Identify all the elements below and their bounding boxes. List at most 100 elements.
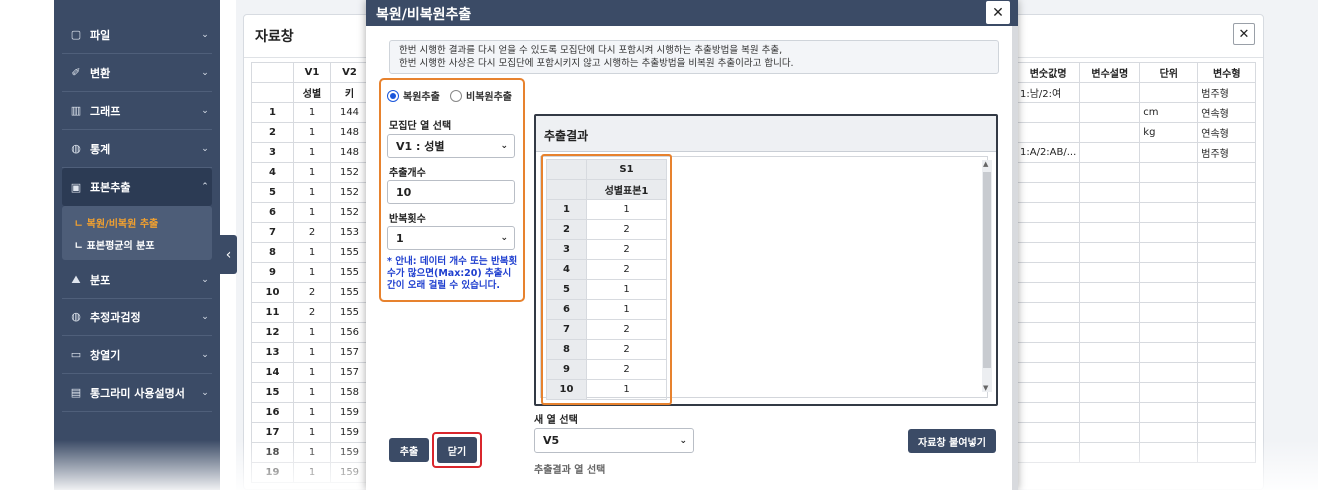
table-cell[interactable]: 1:남/2:여 — [1015, 82, 1081, 103]
table-cell[interactable] — [1197, 202, 1257, 223]
table-cell[interactable] — [1139, 242, 1199, 263]
table-cell[interactable] — [1139, 422, 1199, 443]
table-cell[interactable] — [1015, 402, 1081, 423]
table-cell[interactable]: 157 — [330, 362, 369, 383]
repeat-count-select[interactable]: 1 ⌄ — [387, 226, 515, 250]
data-panel-close-button[interactable]: ✕ — [1233, 23, 1255, 45]
table-cell[interactable]: 1 — [293, 182, 331, 203]
table-cell[interactable]: 연속형 — [1197, 122, 1257, 143]
table-cell[interactable] — [1197, 382, 1257, 403]
sidebar-item-distribution[interactable]: ⛰ 분포 ⌄ — [62, 261, 212, 299]
table-cell[interactable] — [1197, 242, 1257, 263]
table-cell[interactable]: 1 — [293, 462, 331, 483]
table-cell[interactable]: 1 — [293, 322, 331, 343]
table-cell[interactable]: 연속형 — [1197, 102, 1257, 123]
table-cell[interactable] — [1139, 362, 1199, 383]
radio-without-replacement[interactable]: 비복원추출 — [450, 88, 512, 103]
table-cell[interactable]: 152 — [330, 182, 369, 203]
population-column-select[interactable]: V1 : 성별 ⌄ — [387, 134, 515, 158]
table-cell[interactable]: 1 — [293, 362, 331, 383]
table-cell[interactable] — [1197, 362, 1257, 383]
scroll-up-icon[interactable]: ▲ — [983, 160, 988, 168]
table-cell[interactable]: 148 — [330, 142, 369, 163]
sidebar-item-file[interactable]: ▢ 파일 ⌄ — [62, 16, 212, 54]
table-cell[interactable]: 155 — [330, 302, 369, 323]
table-cell[interactable] — [1079, 222, 1141, 243]
table-cell[interactable]: 159 — [330, 402, 369, 423]
table-cell[interactable] — [1139, 262, 1199, 283]
table-cell[interactable] — [1015, 382, 1081, 403]
table-cell[interactable]: 1 — [293, 342, 331, 363]
table-cell[interactable]: 148 — [330, 122, 369, 143]
table-cell[interactable]: 1 — [293, 242, 331, 263]
sidebar-item-estimation-test[interactable]: ◍ 추정과검정 ⌄ — [62, 298, 212, 336]
table-cell[interactable]: 1 — [293, 122, 331, 143]
table-cell[interactable]: 152 — [330, 202, 369, 223]
table-cell[interactable]: 153 — [330, 222, 369, 243]
table-cell[interactable] — [1015, 362, 1081, 383]
table-cell[interactable] — [1079, 82, 1141, 103]
sidebar-item-manual[interactable]: ▤ 통그라미 사용설명서 ⌄ — [62, 374, 212, 412]
table-cell[interactable] — [1197, 422, 1257, 443]
table-cell[interactable] — [1197, 162, 1257, 183]
table-cell[interactable]: 1 — [293, 442, 331, 463]
table-cell[interactable] — [1139, 322, 1199, 343]
table-cell[interactable] — [1079, 182, 1141, 203]
table-cell[interactable] — [1197, 262, 1257, 283]
table-cell[interactable] — [1139, 442, 1199, 463]
table-cell[interactable] — [1079, 122, 1141, 143]
dialog-scrollbar[interactable] — [1012, 26, 1018, 490]
table-cell[interactable]: 2 — [293, 222, 331, 243]
table-cell[interactable]: 152 — [330, 162, 369, 183]
table-cell[interactable] — [1079, 402, 1141, 423]
submenu-item-sample-mean-distribution[interactable]: ㄴ 표본평균의 분포 — [74, 237, 155, 252]
table-cell[interactable] — [1079, 162, 1141, 183]
table-cell[interactable]: 1 — [293, 382, 331, 403]
table-cell[interactable] — [1015, 342, 1081, 363]
table-cell[interactable] — [1079, 102, 1141, 123]
table-cell[interactable] — [1079, 262, 1141, 283]
sample-count-input[interactable]: 10 — [387, 180, 515, 204]
extract-button[interactable]: 추출 — [389, 438, 429, 462]
table-cell[interactable]: kg — [1139, 122, 1199, 143]
table-cell[interactable] — [1139, 142, 1199, 163]
table-cell[interactable]: 1 — [293, 142, 331, 163]
table-cell[interactable]: 155 — [330, 262, 369, 283]
table-cell[interactable] — [1079, 142, 1141, 163]
table-cell[interactable]: 범주형 — [1197, 82, 1257, 103]
table-cell[interactable]: 2 — [293, 282, 331, 303]
table-cell[interactable]: 1 — [293, 402, 331, 423]
table-cell[interactable]: 범주형 — [1197, 142, 1257, 163]
sidebar-item-sampling[interactable]: ▣ 표본추출 ⌃ — [62, 168, 212, 206]
table-cell[interactable]: 155 — [330, 242, 369, 263]
table-cell[interactable]: 2 — [293, 302, 331, 323]
table-cell[interactable] — [1197, 222, 1257, 243]
submenu-item-replacement-sampling[interactable]: ㄴ 복원/비복원 추출 — [74, 215, 158, 230]
table-cell[interactable] — [1079, 382, 1141, 403]
table-cell[interactable] — [1197, 402, 1257, 423]
table-cell[interactable] — [1079, 442, 1141, 463]
table-cell[interactable] — [1197, 182, 1257, 203]
table-cell[interactable] — [1079, 422, 1141, 443]
result-scrollbar[interactable]: ▲ ▼ — [982, 160, 992, 392]
table-cell[interactable] — [1139, 302, 1199, 323]
table-cell[interactable] — [1197, 302, 1257, 323]
table-cell[interactable] — [1139, 222, 1199, 243]
table-cell[interactable]: 159 — [330, 462, 369, 483]
table-cell[interactable] — [1015, 322, 1081, 343]
table-cell[interactable]: 1 — [293, 162, 331, 183]
table-cell[interactable] — [1197, 442, 1257, 463]
table-cell[interactable] — [1015, 122, 1081, 143]
column-header[interactable]: V1 — [293, 62, 331, 83]
table-cell[interactable] — [1079, 242, 1141, 263]
table-cell[interactable]: 159 — [330, 442, 369, 463]
table-cell[interactable] — [1079, 302, 1141, 323]
table-cell[interactable] — [1015, 222, 1081, 243]
table-cell[interactable] — [1015, 162, 1081, 183]
table-cell[interactable] — [1015, 202, 1081, 223]
new-column-select[interactable]: V5 ⌄ — [534, 428, 694, 453]
table-cell[interactable] — [1197, 282, 1257, 303]
table-cell[interactable] — [1015, 242, 1081, 263]
table-cell[interactable] — [1139, 82, 1199, 103]
table-cell[interactable] — [1015, 262, 1081, 283]
